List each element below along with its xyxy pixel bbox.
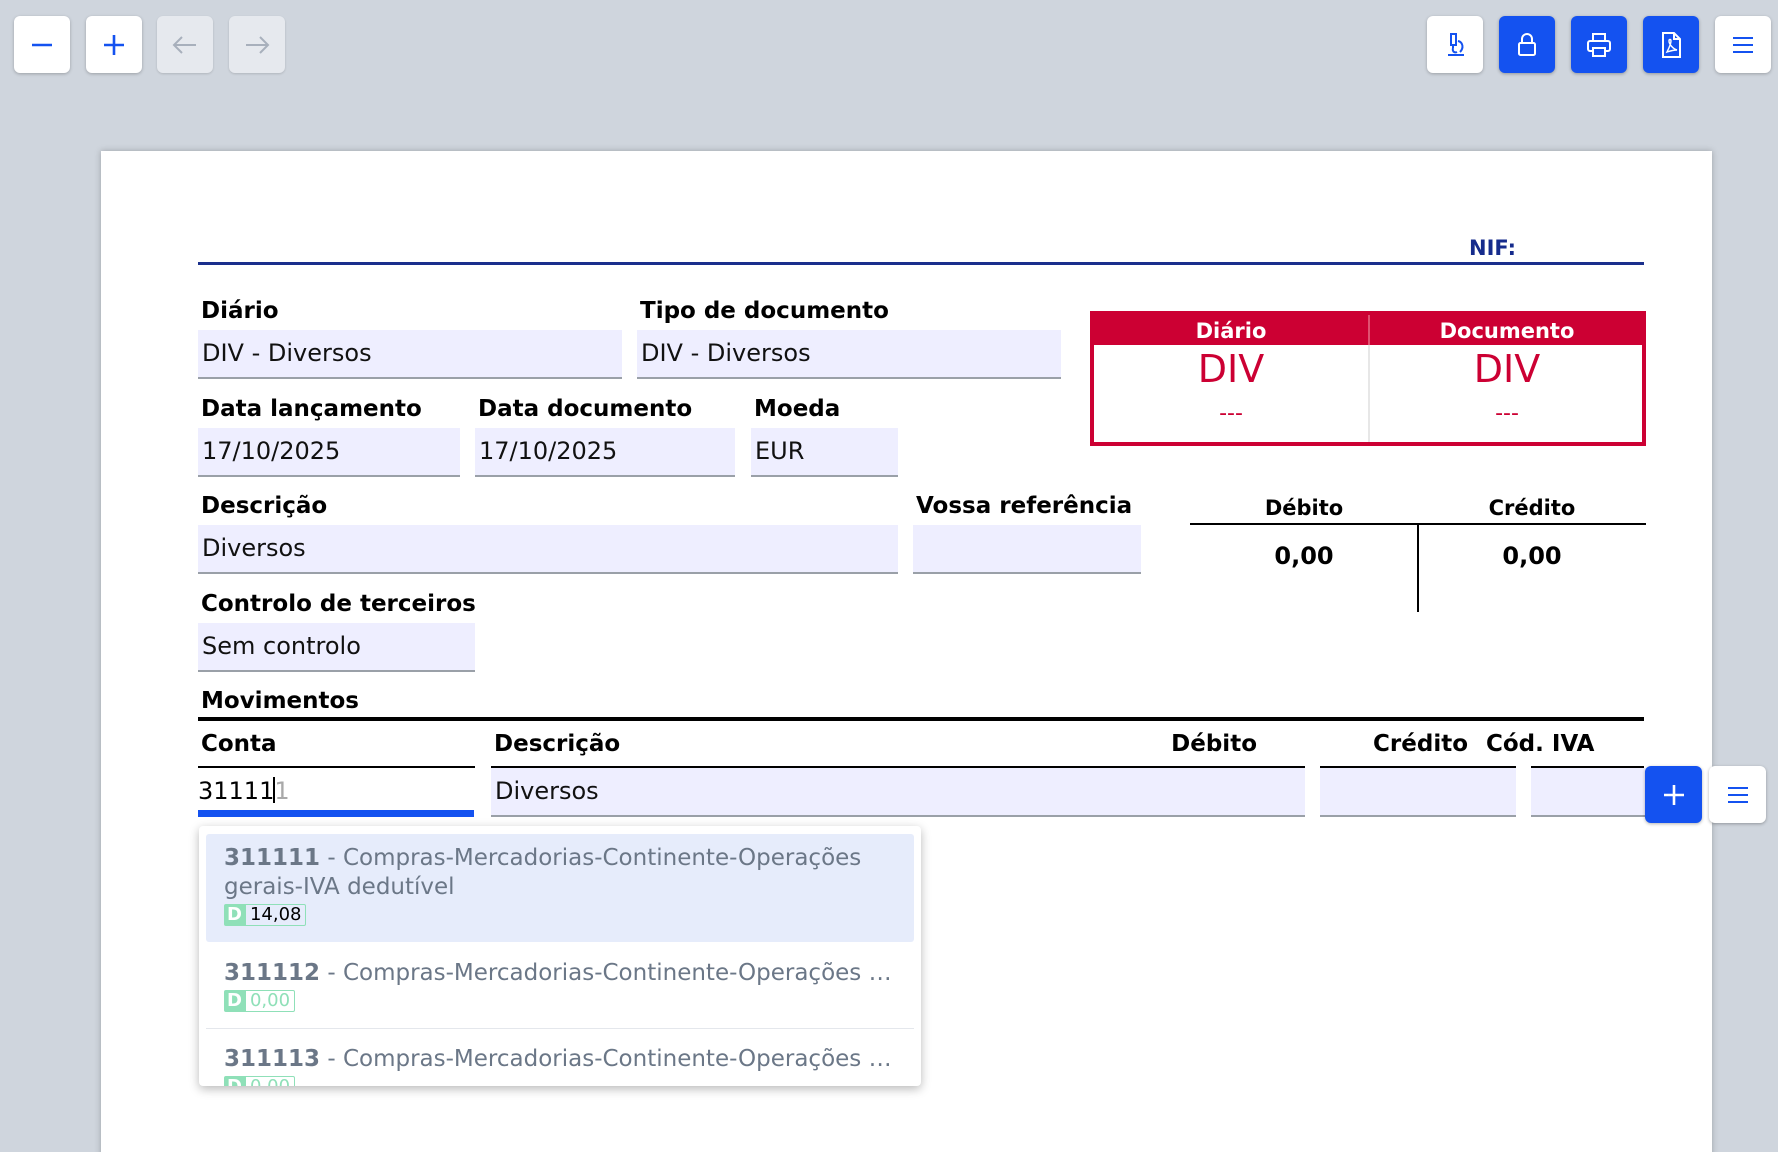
movimentos-rule (198, 717, 1644, 721)
movement-debito-field[interactable] (1109, 768, 1305, 817)
add-movement-button[interactable] (1645, 766, 1702, 823)
minus-icon (32, 43, 52, 46)
suggestion-option[interactable]: 311113 - Compras-Mercadorias-Continente-… (206, 1035, 914, 1086)
conta-autocomplete-hint: 1 (274, 777, 290, 805)
plus-icon (1663, 784, 1684, 805)
suggestion-label: - Compras-Mercadorias-Continente-Operaçõ… (320, 960, 896, 986)
balance-value: 14,08 (244, 904, 307, 926)
tipo-documento-label: Tipo de documento (640, 298, 889, 324)
balance-value: 0,00 (244, 990, 296, 1012)
pdf-file-icon (1662, 31, 1681, 58)
menu-button[interactable] (1715, 16, 1771, 73)
lock-icon (1518, 32, 1536, 56)
suggestion-option[interactable]: 311111 - Compras-Mercadorias-Continente-… (206, 834, 914, 942)
controlo-terceiros-field[interactable]: Sem controlo (198, 623, 475, 672)
printer-icon (1587, 32, 1611, 57)
box-diario-header: Diário (1195, 319, 1267, 343)
diario-documento-box: Diário Documento DIV DIV --- --- (1090, 311, 1646, 446)
moeda-label: Moeda (754, 396, 841, 422)
suggestion-code: 311111 (224, 845, 321, 871)
movement-credito-field[interactable] (1320, 768, 1516, 817)
data-lancamento-label: Data lançamento (201, 396, 422, 422)
lock-button[interactable] (1499, 16, 1555, 73)
balance-type: D (224, 904, 245, 926)
data-documento-field[interactable]: 17/10/2025 (475, 428, 735, 477)
suggestion-label: - Compras-Mercadorias-Continente-Operaçõ… (320, 1046, 896, 1072)
document-page: NIF: Diário DIV - Diversos Tipo de docum… (101, 151, 1712, 1152)
col-credito: Crédito (1373, 731, 1468, 757)
box-diario-code: DIV (1197, 347, 1265, 391)
arrow-right-icon (246, 35, 270, 54)
col-cod-iva: Cód. IVA (1486, 731, 1595, 757)
vossa-referencia-field[interactable] (913, 525, 1141, 574)
redo-button[interactable] (229, 16, 285, 73)
balance-badge: D 14,08 (224, 904, 307, 926)
balance-value: 0,00 (244, 1076, 296, 1086)
account-suggestions-dropdown: 311111 - Compras-Mercadorias-Continente-… (199, 826, 921, 1086)
total-debit-label: Débito (1264, 496, 1344, 520)
print-button[interactable] (1571, 16, 1627, 73)
suggestion-label: - Compras-Mercadorias-Continente-Operaçõ… (224, 845, 862, 900)
suggestion-code: 311112 (224, 960, 321, 986)
balance-type: D (224, 990, 245, 1012)
col-conta: Conta (201, 731, 277, 757)
movement-menu-button[interactable] (1709, 766, 1766, 823)
balance-type: D (224, 1076, 245, 1086)
col-debito: Débito (1171, 731, 1257, 757)
tipo-documento-field[interactable]: DIV - Diversos (637, 330, 1061, 379)
col-descricao: Descrição (494, 731, 621, 757)
zoom-in-button[interactable] (86, 16, 142, 73)
descricao-label: Descrição (201, 493, 328, 519)
total-credit-value: 0,00 (1502, 542, 1562, 570)
suggestion-separator (206, 1028, 914, 1029)
box-documento-code: DIV (1473, 347, 1541, 391)
total-debit-value: 0,00 (1274, 542, 1334, 570)
diario-field[interactable]: DIV - Diversos (198, 330, 622, 379)
balance-badge: D0,00 (224, 990, 296, 1012)
microscope-icon (1448, 32, 1464, 56)
moeda-field[interactable]: EUR (751, 428, 898, 477)
data-lancamento-field[interactable]: 17/10/2025 (198, 428, 460, 477)
suggestion-option[interactable]: 311112 - Compras-Mercadorias-Continente-… (206, 949, 914, 1033)
vossa-referencia-label: Vossa referência (916, 493, 1133, 519)
suggestion-title: 311113 - Compras-Mercadorias-Continente-… (224, 1045, 896, 1074)
movement-cod-iva-field[interactable] (1531, 768, 1651, 817)
hamburger-icon (1727, 786, 1748, 803)
movimentos-title: Movimentos (201, 688, 359, 714)
undo-button[interactable] (157, 16, 213, 73)
movement-descricao-field[interactable]: Diversos (491, 768, 1193, 817)
total-credit-label: Crédito (1488, 496, 1576, 520)
nif-label: NIF: (1469, 236, 1516, 260)
box-documento-header: Documento (1439, 319, 1575, 343)
suggestion-code: 311113 (224, 1046, 321, 1072)
diario-label: Diário (201, 298, 279, 324)
descricao-field[interactable]: Diversos (198, 525, 898, 574)
balance-badge: D0,00 (224, 1076, 296, 1086)
box-diario-number: --- (1219, 401, 1243, 426)
inspect-button[interactable] (1427, 16, 1483, 73)
plus-icon (104, 34, 124, 55)
data-documento-label: Data documento (478, 396, 693, 422)
suggestion-title: 311111 - Compras-Mercadorias-Continente-… (224, 844, 896, 902)
suggestion-title: 311112 - Compras-Mercadorias-Continente-… (224, 959, 896, 988)
hamburger-icon (1733, 36, 1753, 53)
zoom-out-button[interactable] (14, 16, 70, 73)
pdf-button[interactable] (1643, 16, 1699, 73)
header-rule (198, 262, 1644, 265)
controlo-terceiros-label: Controlo de terceiros (201, 591, 476, 617)
conta-typed-text: 31111 (198, 777, 275, 805)
box-documento-number: --- (1495, 401, 1519, 426)
arrow-left-icon (172, 35, 196, 54)
conta-input[interactable]: 311111 (198, 768, 474, 817)
